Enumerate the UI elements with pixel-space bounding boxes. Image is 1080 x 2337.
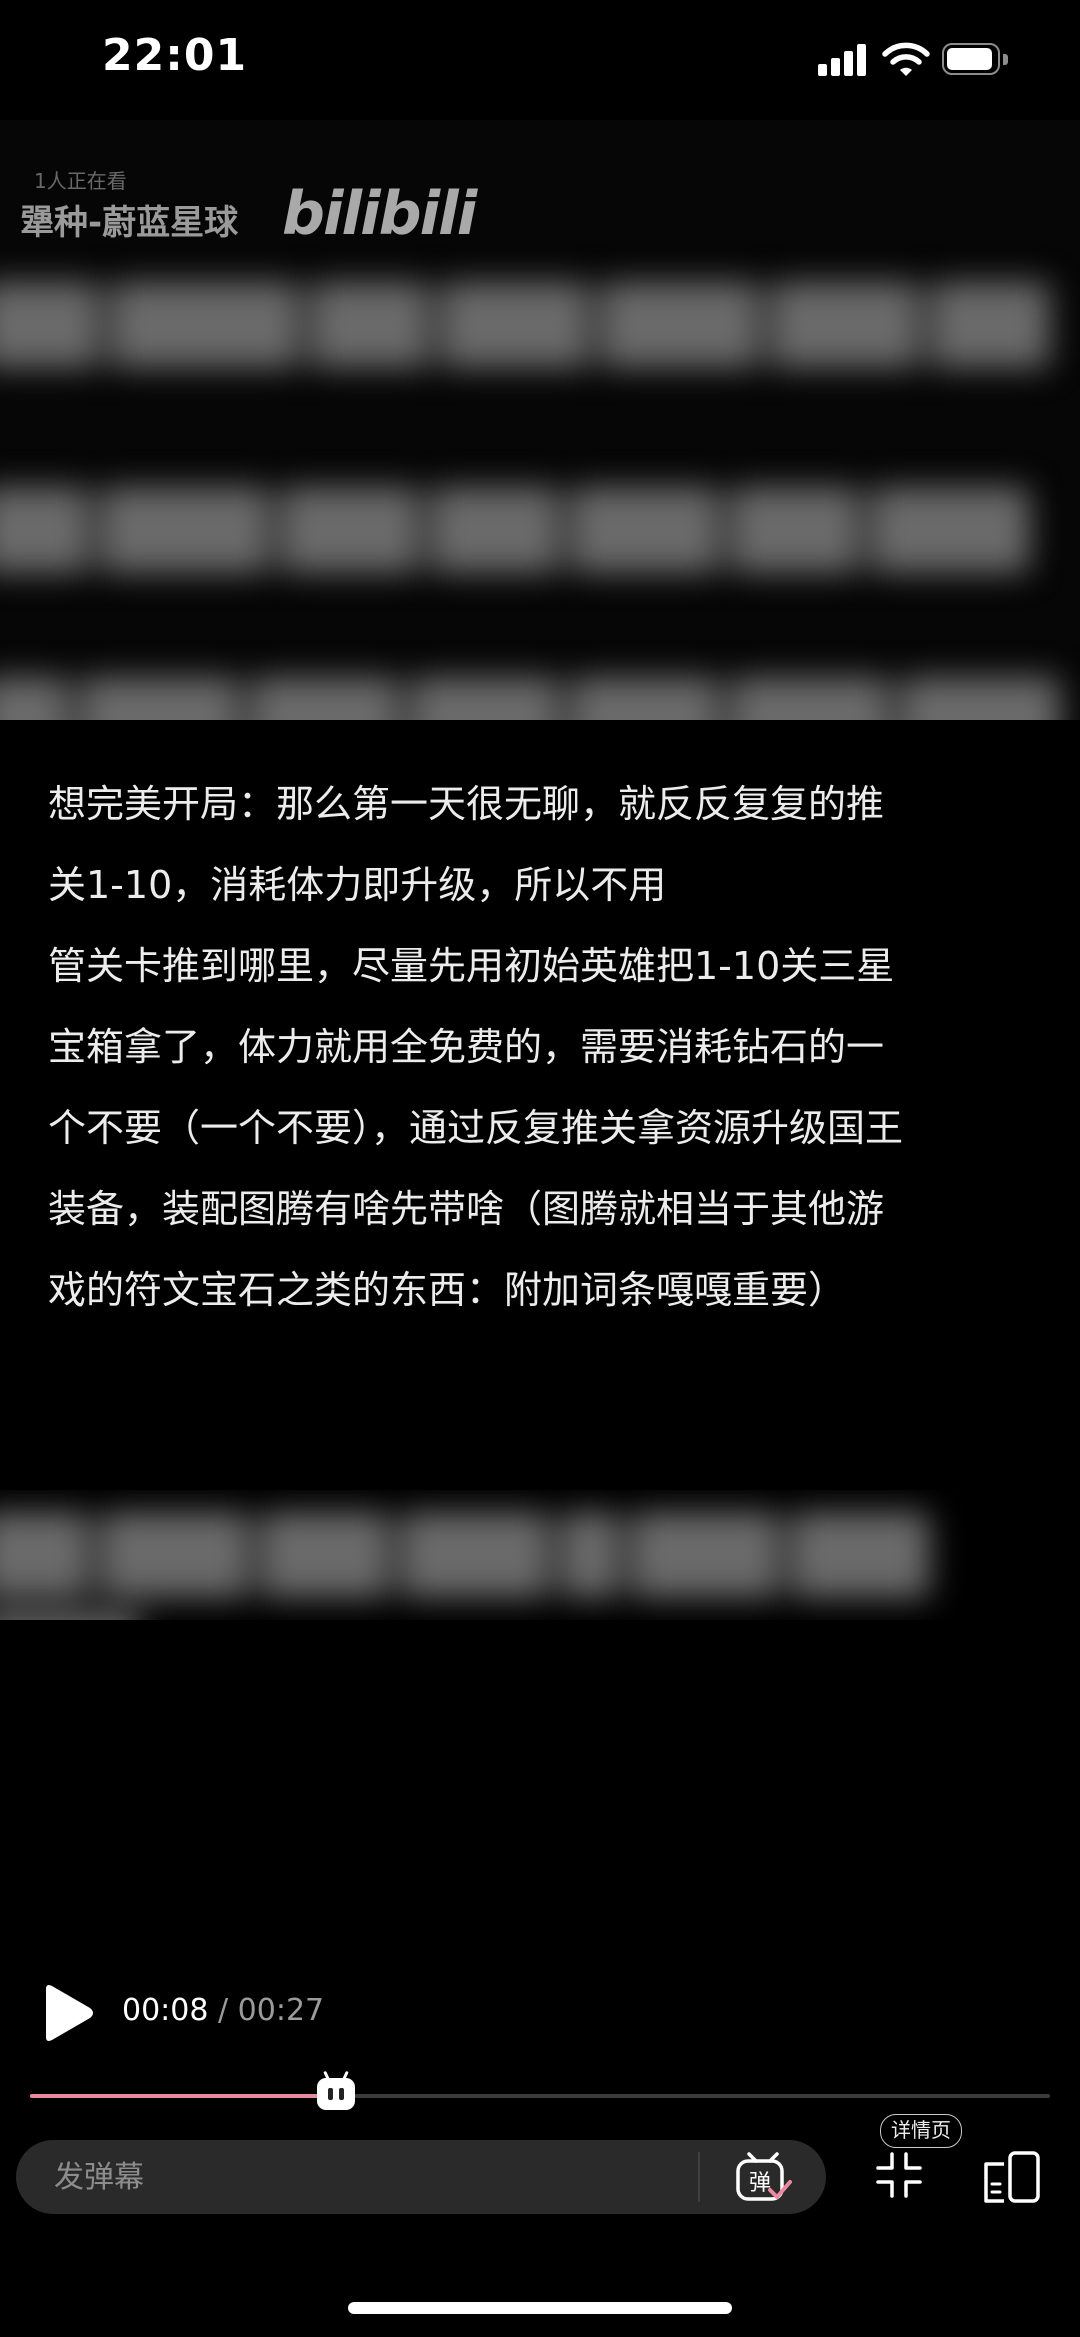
- danmaku-input[interactable]: [54, 2140, 654, 2214]
- battery-icon: [942, 43, 1012, 77]
- play-icon: [46, 1985, 93, 2041]
- progress-played: [30, 2094, 336, 2098]
- time-separator: /: [208, 1993, 238, 2028]
- play-button[interactable]: [40, 1983, 96, 2043]
- text-line: 管关卡推到哪里，尽量先用初始英雄把1-10关三星: [48, 944, 895, 988]
- detail-page-label[interactable]: 详情页: [880, 2114, 962, 2148]
- text-line: 装备，装配图腾有啥先带啥（图腾就相当于其他游: [48, 1187, 885, 1231]
- cellular-signal-icon: [818, 44, 868, 76]
- text-line: 想完美开局：那么第一天很无聊，就反反复复的推: [48, 782, 885, 826]
- exit-fullscreen-icon[interactable]: [874, 2150, 924, 2200]
- total-time: 00:27: [237, 1993, 325, 2028]
- danmaku-toggle-icon[interactable]: 弹: [734, 2150, 792, 2206]
- uploader-name: 犟种-蔚蓝星球: [20, 203, 239, 243]
- status-bar: 22:01: [0, 0, 1080, 120]
- blurred-subtitle-lower: [0, 1490, 1080, 1620]
- bilibili-logo: bilibili: [282, 179, 477, 249]
- danmaku-bar: 弹: [16, 2140, 826, 2214]
- divider: [698, 2152, 700, 2202]
- viewer-count: 1人正在看: [34, 169, 127, 193]
- text-panel: 想完美开局：那么第一天很无聊，就反反复复的推 关1-10，消耗体力即升级，所以不…: [0, 720, 1080, 1500]
- video-frame[interactable]: 1人正在看 犟种-蔚蓝星球 bilibili: [0, 120, 1080, 720]
- text-line: 关1-10，消耗体力即升级，所以不用: [48, 863, 667, 907]
- wifi-icon: [882, 42, 930, 78]
- video-text-content: 想完美开局：那么第一天很无聊，就反反复复的推 关1-10，消耗体力即升级，所以不…: [48, 764, 1038, 1331]
- text-line: 宝箱拿了，体力就用全免费的，需要消耗钻石的一: [48, 1025, 885, 1069]
- blurred-subtitle-row: [0, 665, 1080, 720]
- current-time: 00:08: [122, 1993, 209, 2028]
- status-time: 22:01: [102, 30, 248, 81]
- progress-thumb-tv-icon[interactable]: [317, 2078, 355, 2110]
- text-line: 戏的符文宝石之类的东西：附加词条嘎嘎重要）: [48, 1268, 847, 1312]
- split-screen-icon[interactable]: [982, 2150, 1042, 2204]
- blurred-subtitle-row: [0, 270, 1080, 380]
- blurred-subtitle-row: [0, 475, 1080, 585]
- text-line: 个不要（一个不要），通过反复推关拿资源升级国王: [48, 1106, 904, 1150]
- home-indicator[interactable]: [348, 2302, 732, 2314]
- time-display: 00:08 / 00:27: [122, 1993, 324, 2028]
- svg-text:弹: 弹: [749, 2171, 771, 2196]
- progress-bar[interactable]: [30, 2094, 1050, 2098]
